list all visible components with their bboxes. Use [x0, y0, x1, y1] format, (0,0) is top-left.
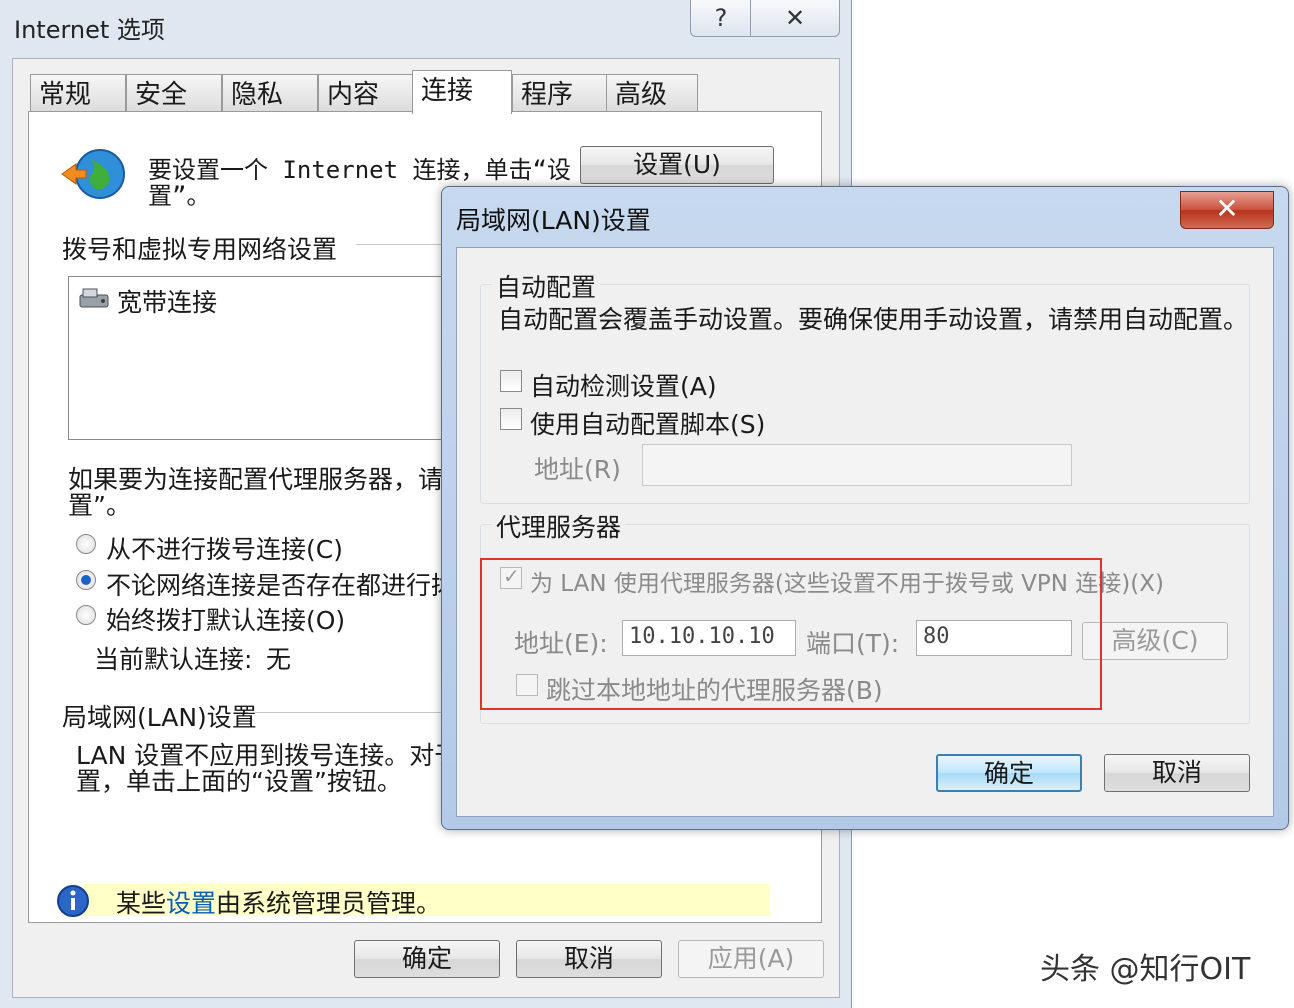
settings-link[interactable]: 设置: [166, 889, 216, 918]
default-connection-label: 当前默认连接:: [94, 645, 253, 674]
lan-section-label: 局域网(LAN)设置: [62, 703, 257, 732]
lan-dialog-title: 局域网(LAN)设置: [456, 206, 651, 235]
info-prefix: 某些: [116, 889, 167, 918]
connection-list[interactable]: 宽带连接: [68, 276, 448, 440]
auto-script-checkbox[interactable]: [500, 408, 522, 430]
auto-config-label: 自动配置: [492, 268, 601, 304]
auto-detect-label: 自动检测设置(A): [530, 372, 717, 401]
tab-general[interactable]: 常规: [30, 74, 126, 112]
lan-section-divider: [248, 712, 446, 713]
tab-programs[interactable]: 程序: [512, 74, 608, 112]
network-globe-icon: [61, 149, 125, 199]
default-connection-value: 无: [266, 645, 292, 674]
radio-always-dial[interactable]: [76, 605, 96, 625]
connection-item-broadband[interactable]: 宽带连接: [117, 283, 217, 319]
setup-button[interactable]: 设置(U): [580, 146, 774, 184]
radio-never-dial-label: 从不进行拨号连接(C): [106, 535, 343, 564]
window-title: Internet 选项: [14, 16, 165, 44]
info-icon: [57, 885, 89, 917]
script-address-input[interactable]: [642, 444, 1072, 486]
script-address-label: 地址(R): [534, 455, 621, 484]
radio-dial-whenever-label: 不论网络连接是否存在都进行拨: [106, 571, 457, 600]
dialup-section-divider: [356, 244, 446, 245]
auto-config-description: 自动配置会覆盖手动设置。要确保使用手动设置，请禁用自动配置。: [498, 305, 1249, 334]
info-suffix: 由系统管理员管理。: [216, 889, 442, 918]
auto-detect-checkbox[interactable]: [500, 370, 522, 392]
proxy-advanced-button[interactable]: 高级(C): [1082, 622, 1228, 660]
help-button[interactable]: ?: [690, 0, 752, 37]
tab-security[interactable]: 安全: [126, 74, 222, 112]
radio-dial-whenever[interactable]: [76, 570, 96, 590]
info-message: 某些设置由系统管理员管理。: [116, 884, 441, 920]
cancel-button[interactable]: 取消: [516, 940, 662, 978]
lan-ok-button[interactable]: 确定: [936, 754, 1082, 792]
setup-text-line2: 置”。: [148, 182, 211, 210]
proxy-text-line2: 置”。: [68, 491, 131, 520]
auto-script-label: 使用自动配置脚本(S): [530, 410, 766, 439]
tab-advanced[interactable]: 高级: [606, 74, 698, 112]
radio-always-dial-label: 始终拨打默认连接(O): [106, 606, 346, 635]
lan-text-line2: 置，单击上面的“设置”按钮。: [76, 767, 402, 796]
lan-cancel-button[interactable]: 取消: [1104, 754, 1250, 792]
radio-never-dial[interactable]: [76, 534, 96, 554]
setup-text-line1: 要设置一个 Internet 连接，单击“设: [148, 156, 571, 184]
lan-close-button[interactable]: ✕: [1180, 191, 1274, 229]
tab-privacy[interactable]: 隐私: [222, 74, 318, 112]
dialup-section-label: 拨号和虚拟专用网络设置: [62, 235, 338, 264]
tab-content[interactable]: 内容: [318, 74, 414, 112]
apply-button[interactable]: 应用(A): [678, 940, 824, 978]
proxy-highlight-box: [480, 558, 1102, 710]
close-button[interactable]: ✕: [750, 0, 840, 37]
broadband-modem-icon: [79, 288, 109, 308]
watermark-text: 头条 @知行OIT: [1040, 952, 1251, 987]
tab-connections[interactable]: 连接: [412, 70, 512, 114]
proxy-server-label: 代理服务器: [492, 508, 626, 544]
ok-button[interactable]: 确定: [354, 940, 500, 978]
